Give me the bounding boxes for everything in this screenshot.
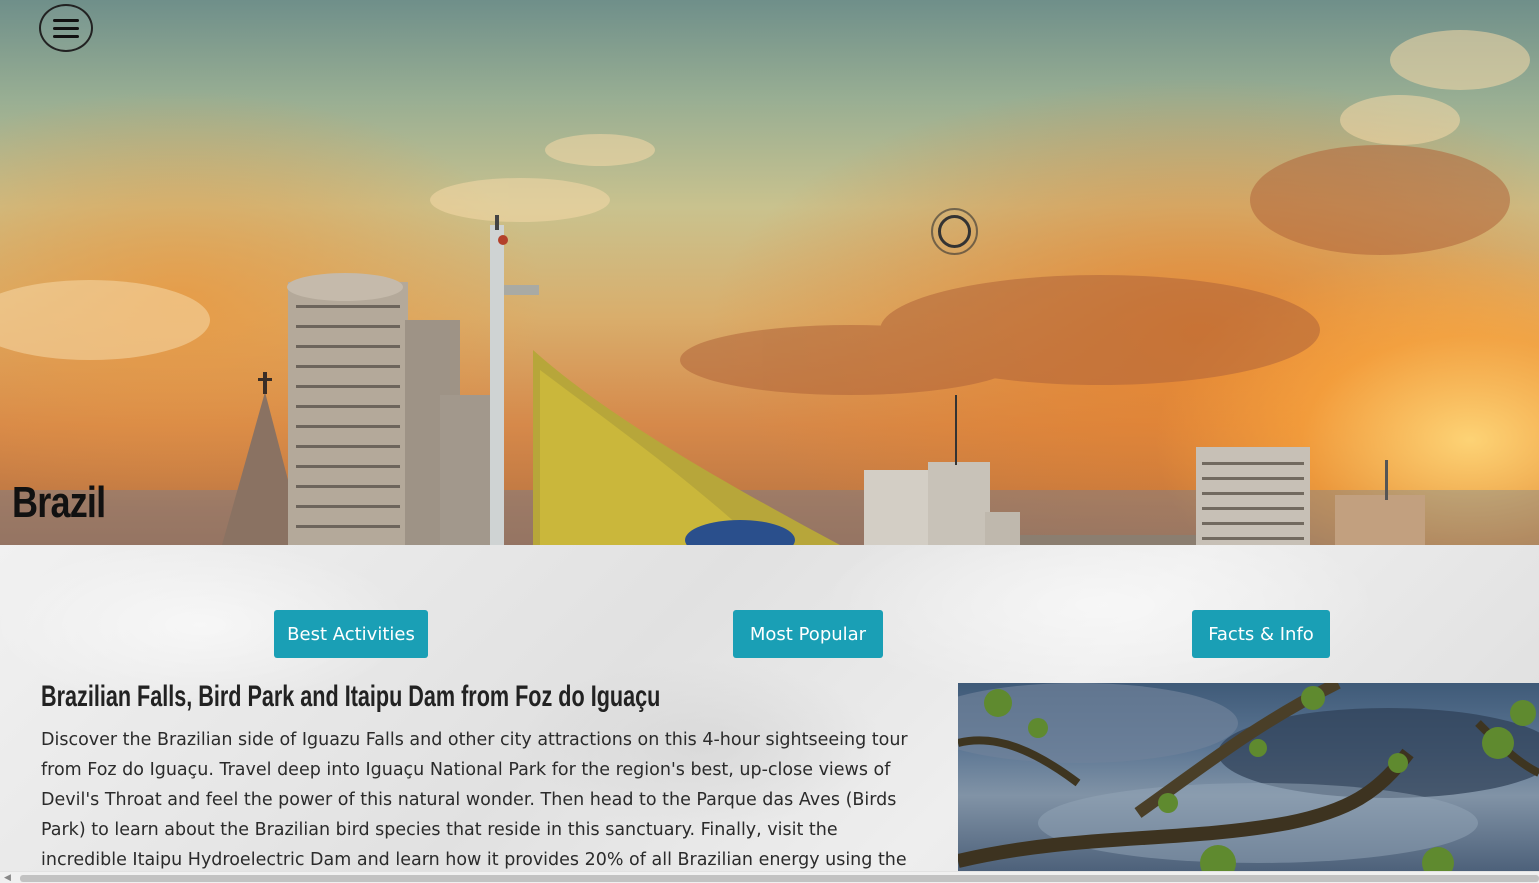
tree-branch-image	[958, 683, 1539, 871]
facts-info-button[interactable]: Facts & Info	[1192, 610, 1330, 658]
menu-button[interactable]	[39, 4, 93, 52]
most-popular-button[interactable]: Most Popular	[733, 610, 883, 658]
best-activities-button[interactable]: Best Activities	[274, 610, 428, 658]
article-title: Brazilian Falls, Bird Park and Itaipu Da…	[41, 680, 661, 713]
scroll-left-icon[interactable]: ◀	[4, 873, 11, 883]
scrollbar-thumb[interactable]	[20, 875, 1539, 882]
hero-skyline-image	[0, 30, 1539, 545]
hero-banner: Brazil	[0, 0, 1539, 545]
loading-ring-icon	[931, 208, 978, 255]
content-section: Best Activities Most Popular Facts & Inf…	[0, 545, 1539, 871]
article-body: Discover the Brazilian side of Iguazu Fa…	[41, 730, 908, 870]
page-title: Brazil	[12, 478, 106, 527]
horizontal-scrollbar[interactable]: ◀	[0, 871, 1539, 883]
article-photo	[958, 683, 1539, 871]
hamburger-menu-icon	[53, 18, 79, 22]
